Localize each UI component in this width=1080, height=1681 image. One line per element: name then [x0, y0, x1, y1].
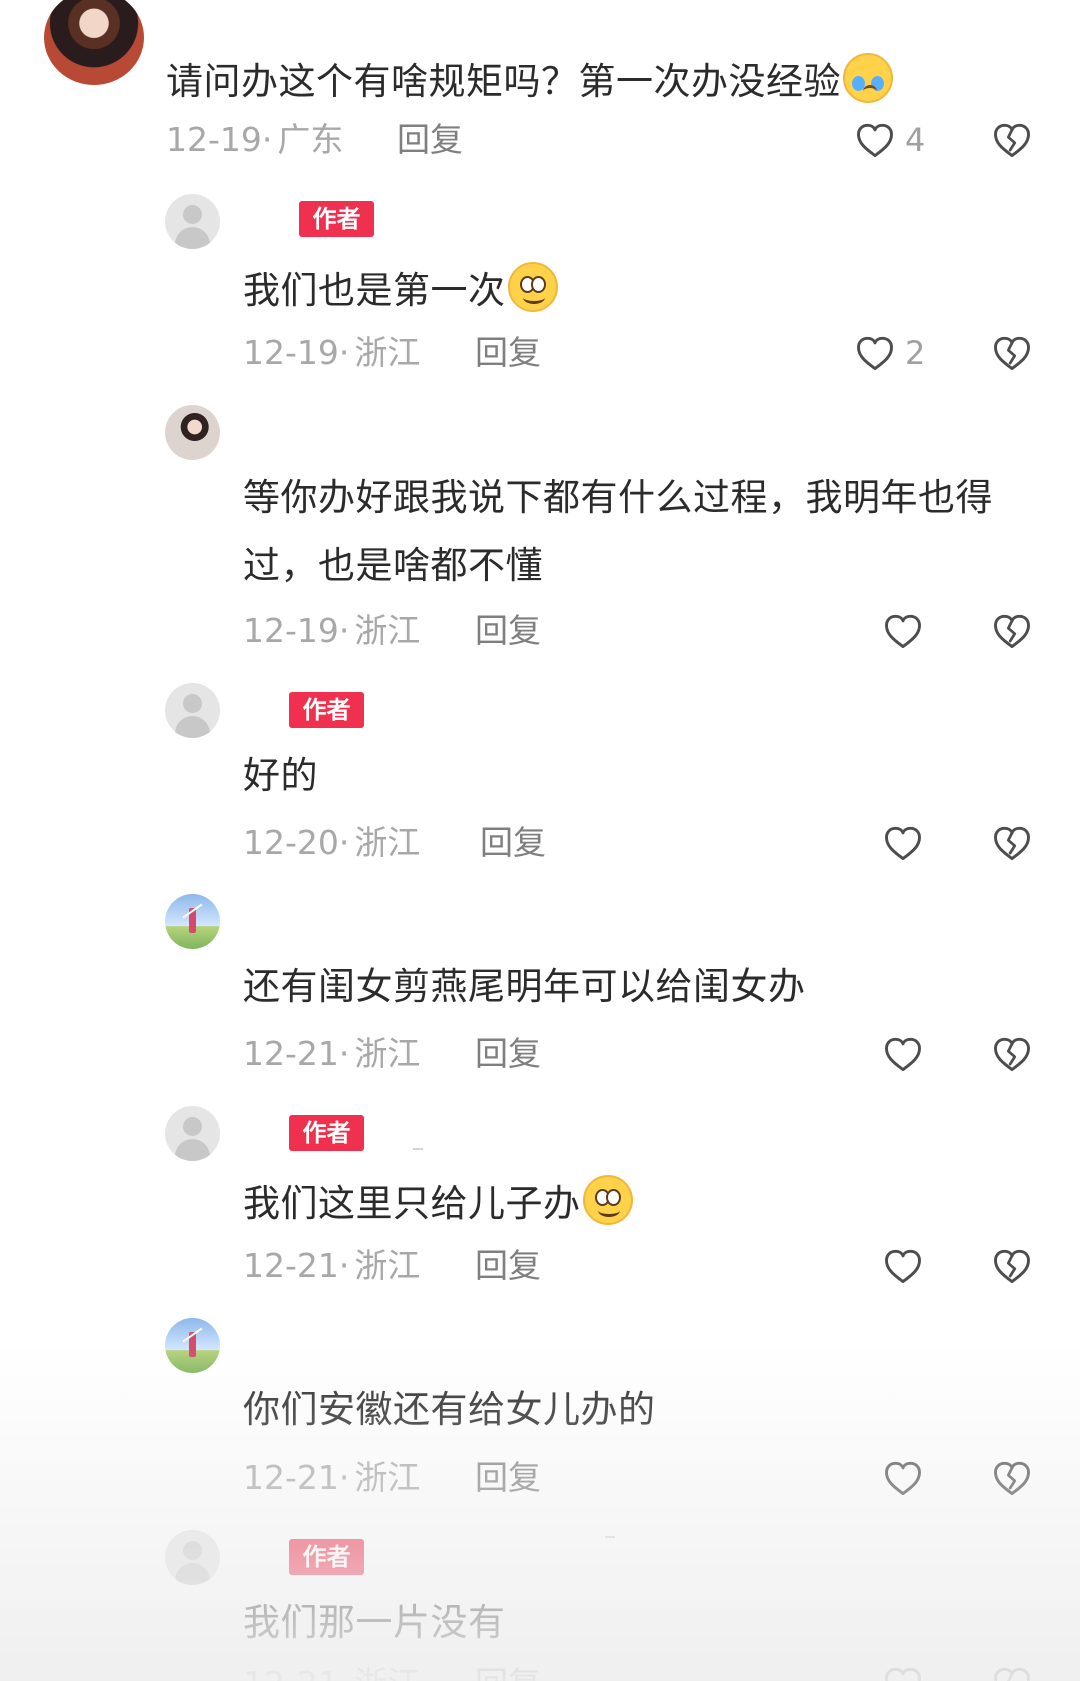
location: 浙江 — [354, 1664, 420, 1681]
broken-heart-icon[interactable] — [990, 1244, 1034, 1288]
avatar[interactable] — [44, 0, 144, 85]
broken-heart-icon[interactable] — [990, 118, 1034, 162]
broken-heart-icon[interactable] — [990, 1456, 1034, 1500]
heart-outline-icon[interactable] — [853, 331, 897, 375]
heart-outline-icon[interactable] — [853, 118, 897, 162]
smile-emoji-icon — [582, 1175, 633, 1225]
date: 12-20 — [243, 823, 339, 862]
comment-text[interactable]: 好的 — [243, 753, 318, 798]
comment-text[interactable]: 请问办这个有啥规矩吗？第一次办没经验 — [166, 53, 893, 104]
heart-outline-icon[interactable] — [881, 1032, 925, 1076]
author-badge: 作者 — [289, 692, 364, 728]
location: 浙江 — [354, 611, 421, 650]
broken-heart-icon[interactable] — [990, 609, 1034, 653]
comment-text[interactable]: 我们也是第一次 — [243, 262, 558, 313]
heart-outline-icon[interactable] — [881, 821, 925, 865]
separator: · — [338, 1034, 350, 1073]
reply-button[interactable]: 回复 — [475, 1458, 541, 1498]
separator: · — [338, 1246, 350, 1285]
heart-outline-icon[interactable] — [881, 609, 925, 653]
date: 12-19 — [243, 611, 339, 650]
comment-meta: 12-21·浙江 — [243, 1458, 420, 1498]
avatar[interactable] — [165, 1318, 220, 1373]
avatar[interactable] — [165, 1106, 220, 1161]
smile-emoji-icon — [507, 262, 558, 312]
comment-text[interactable]: 我们那一片没有 — [243, 1600, 506, 1645]
avatar[interactable] — [165, 1530, 220, 1585]
separator: · — [338, 823, 350, 862]
location: 浙江 — [354, 333, 421, 372]
reply-button[interactable]: 回复 — [475, 333, 541, 373]
comment-text[interactable]: 你们安徽还有给女儿办的 — [243, 1387, 656, 1432]
avatar[interactable] — [165, 405, 220, 460]
date: 12-21 — [243, 1458, 339, 1497]
comment-text[interactable]: 等你办好跟我说下都有什么过程，我明年也得过，也是啥都不懂 — [243, 464, 1043, 600]
avatar[interactable] — [165, 894, 220, 949]
reply-button[interactable]: 回复 — [475, 1246, 541, 1286]
comment-meta: 12-19· 浙江 — [243, 333, 420, 373]
location: 浙江 — [354, 1246, 421, 1285]
like-count: 2 — [905, 334, 926, 372]
location: 广东 — [277, 120, 344, 159]
comment-text[interactable]: 还有闺女剪燕尾明年可以给闺女办 — [243, 964, 806, 1009]
reply-button[interactable]: 回复 — [475, 1664, 541, 1681]
comment-meta: 12-20· 浙江 — [243, 823, 420, 863]
broken-heart-icon[interactable] — [990, 1032, 1034, 1076]
heart-outline-icon[interactable] — [881, 1662, 925, 1681]
date: 12-21 — [243, 1664, 339, 1681]
divider-mark — [413, 1148, 423, 1150]
broken-heart-icon[interactable] — [990, 331, 1034, 375]
date: 12-19 — [166, 120, 262, 159]
divider-mark — [605, 1536, 615, 1538]
comment-meta: 12-21·浙江 — [243, 1246, 420, 1286]
author-badge: 作者 — [289, 1539, 364, 1575]
heart-outline-icon[interactable] — [881, 1456, 925, 1500]
separator: · — [261, 120, 273, 159]
date: 12-21 — [243, 1246, 339, 1285]
reply-button[interactable]: 回复 — [397, 120, 463, 160]
comment-meta: 12-21·浙江 — [243, 1664, 420, 1681]
comments-screen: 请问办这个有啥规矩吗？第一次办没经验 12-19· 广东 回复 4 作者 我们也是… — [0, 0, 1080, 1681]
heart-outline-icon[interactable] — [881, 1244, 925, 1288]
broken-heart-icon[interactable] — [990, 1662, 1034, 1681]
location: 浙江 — [354, 1458, 421, 1497]
separator: · — [339, 1664, 350, 1681]
location: 浙江 — [354, 823, 421, 862]
broken-heart-icon[interactable] — [990, 821, 1034, 865]
comment-text[interactable]: 我们这里只给儿子办 — [243, 1175, 633, 1226]
author-badge: 作者 — [299, 201, 374, 237]
reply-button[interactable]: 回复 — [480, 823, 546, 863]
author-badge: 作者 — [289, 1115, 364, 1151]
comment-meta: 12-19· 浙江 — [243, 611, 420, 651]
comment-meta: 12-19· 广东 — [166, 120, 343, 160]
avatar[interactable] — [165, 194, 220, 249]
separator: · — [338, 333, 350, 372]
reply-button[interactable]: 回复 — [475, 1034, 541, 1074]
date: 12-19 — [243, 333, 339, 372]
separator: · — [338, 1458, 350, 1497]
reply-button[interactable]: 回复 — [475, 611, 541, 651]
location: 浙江 — [354, 1034, 421, 1073]
separator: · — [338, 611, 350, 650]
crying-emoji-icon — [843, 53, 893, 103]
comment-meta: 12-21·浙江 — [243, 1034, 420, 1074]
like-count: 4 — [905, 121, 926, 159]
avatar[interactable] — [165, 683, 220, 738]
date: 12-21 — [243, 1034, 339, 1073]
